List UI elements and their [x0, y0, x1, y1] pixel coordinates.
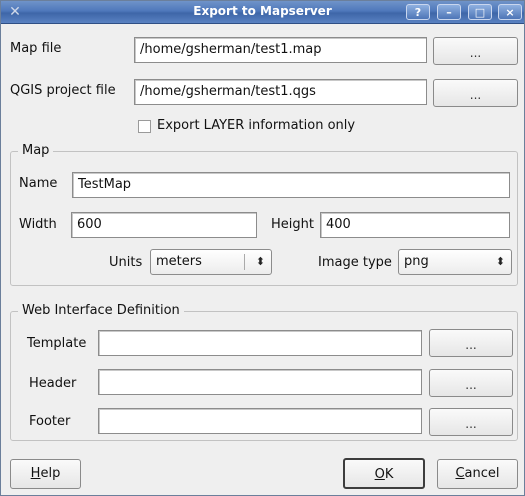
maximize-button[interactable]: □ — [468, 4, 492, 20]
web-interface-group-title: Web Interface Definition — [18, 303, 184, 319]
units-select[interactable]: meters ⬍ — [150, 249, 272, 275]
name-label: Name — [19, 176, 58, 191]
qgis-project-field[interactable]: /home/gsherman/test1.qgs — [134, 79, 427, 105]
export-layer-checkbox[interactable] — [138, 120, 151, 133]
ok-button-label: K — [384, 467, 394, 482]
map-file-field[interactable]: /home/gsherman/test1.map — [134, 37, 427, 63]
ok-button[interactable]: OK — [343, 458, 425, 489]
updown-arrow-icon: ⬍ — [255, 255, 265, 268]
width-field[interactable]: 600 — [71, 212, 257, 238]
height-field[interactable]: 400 — [320, 212, 510, 238]
units-select-value: meters — [156, 254, 202, 269]
map-group-title: Map — [18, 143, 54, 159]
template-label: Template — [27, 336, 87, 351]
header-field[interactable] — [98, 369, 422, 395]
qgis-project-browse-button[interactable]: ... — [433, 79, 518, 107]
qgis-project-label: QGIS project file — [10, 83, 116, 98]
height-label: Height — [271, 217, 314, 232]
template-browse-button[interactable]: ... — [429, 329, 513, 357]
help-button-mnemonic: H — [30, 466, 41, 481]
cancel-button-mnemonic: C — [455, 466, 465, 481]
footer-label: Footer — [29, 414, 71, 429]
units-label: Units — [109, 255, 143, 270]
ok-button-mnemonic: O — [374, 467, 385, 482]
export-dialog: ✕ Export to Mapserver ? – □ × Map file /… — [0, 0, 525, 496]
help-button-label: elp — [40, 466, 61, 481]
width-label: Width — [19, 217, 57, 232]
cancel-button[interactable]: Cancel — [437, 459, 518, 489]
header-browse-button[interactable]: ... — [429, 369, 513, 397]
map-file-browse-button[interactable]: ... — [433, 37, 518, 65]
cancel-button-label: ancel — [464, 466, 500, 481]
updown-arrow-icon: ⬍ — [495, 255, 505, 268]
template-field[interactable] — [98, 330, 422, 356]
header-label: Header — [29, 376, 77, 391]
help-title-button[interactable]: ? — [406, 4, 430, 20]
footer-browse-button[interactable]: ... — [429, 408, 513, 436]
name-field[interactable]: TestMap — [72, 172, 510, 198]
export-layer-label: Export LAYER information only — [157, 118, 356, 133]
map-file-label: Map file — [10, 41, 62, 56]
close-button[interactable]: × — [498, 4, 522, 20]
help-button[interactable]: Help — [10, 459, 81, 489]
image-type-select[interactable]: png ⬍ — [398, 249, 512, 275]
image-type-select-value: png — [404, 254, 429, 269]
footer-field[interactable] — [98, 408, 422, 434]
image-type-label: Image type — [318, 255, 392, 270]
minimize-button[interactable]: – — [437, 4, 461, 20]
title-bar[interactable]: ✕ Export to Mapserver ? – □ × — [1, 1, 524, 24]
